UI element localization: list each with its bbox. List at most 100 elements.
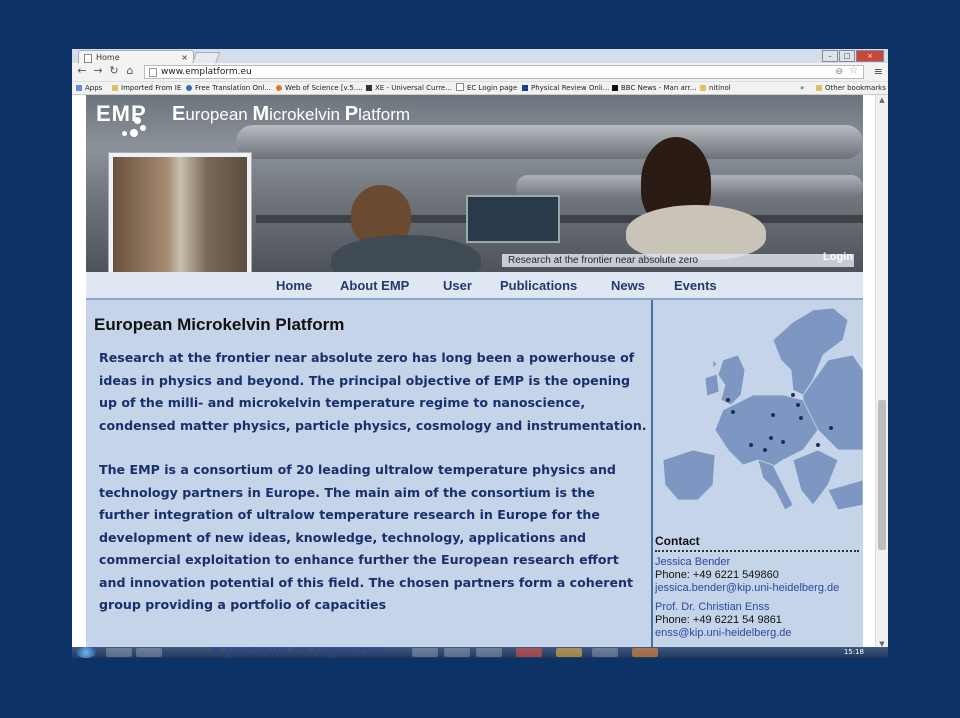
window-controls: – □ ×	[821, 50, 884, 62]
contact-box: Contact Jessica Bender Phone: +49 6221 5…	[655, 535, 859, 640]
contact-email-link[interactable]: enss@kip.uni-heidelberg.de	[655, 627, 859, 640]
partner-marker	[763, 448, 767, 452]
taskbar-clock: 15:18	[843, 648, 864, 656]
home-icon[interactable]: ⌂	[124, 65, 136, 77]
partner-marker	[749, 443, 753, 447]
folder-icon	[112, 85, 118, 91]
taskbar-app-button[interactable]	[412, 648, 438, 657]
nav-home[interactable]: Home	[276, 278, 312, 293]
researcher-image	[331, 235, 481, 272]
url-text: www.emplatform.eu	[161, 67, 252, 77]
page-icon	[456, 83, 464, 91]
cryostat-photo	[108, 152, 252, 272]
taskbar-app-button[interactable]	[632, 648, 658, 657]
bookmark-item[interactable]: XE - Universal Curre...	[366, 83, 452, 93]
taskbar-app-button[interactable]	[556, 648, 582, 657]
bookmark-item[interactable]: Physical Review Onli...	[522, 83, 609, 93]
apps-grid-icon	[76, 85, 82, 91]
lab-pipe-image	[236, 125, 863, 159]
sidebar: Contact Jessica Bender Phone: +49 6221 5…	[653, 300, 863, 649]
partner-marker	[829, 426, 833, 430]
site-title: European Microkelvin Platform	[172, 103, 411, 125]
menu-icon[interactable]: ≡	[874, 65, 883, 78]
browser-window: Home × – □ × ← → ↻ ⌂ www.emplatform.eu ⊖ ☆…	[72, 49, 888, 658]
page-icon	[149, 68, 157, 77]
nav-events[interactable]: Events	[674, 278, 717, 293]
chrome-taskbar-button[interactable]	[516, 648, 542, 657]
overlay-text: a portfolio of capacities	[212, 647, 387, 658]
bookmark-item[interactable]: Other bookmarks	[816, 83, 886, 93]
bookmark-item[interactable]: BBC News - Man arr...	[612, 83, 696, 93]
login-link[interactable]: Login	[823, 251, 853, 263]
url-input[interactable]: www.emplatform.eu ⊖ ☆	[144, 65, 864, 79]
nav-about-emp[interactable]: About EMP	[340, 278, 409, 293]
bookmark-item[interactable]: Free Translation Onl...	[186, 83, 271, 93]
folder-icon	[700, 85, 706, 91]
main-content: European Microkelvin Platform Research a…	[86, 300, 653, 649]
nav-user[interactable]: User	[443, 278, 472, 293]
forward-icon[interactable]: →	[92, 65, 104, 77]
nav-publications[interactable]: Publications	[500, 278, 577, 293]
scroll-thumb[interactable]	[878, 400, 886, 550]
iberia-shape	[662, 449, 716, 501]
contact-phone: Phone: +49 6221 549860	[655, 569, 779, 581]
partner-marker	[796, 403, 800, 407]
great-britain-shape	[717, 354, 746, 406]
partner-marker	[771, 413, 775, 417]
aps-icon	[522, 85, 528, 91]
ireland-shape	[704, 373, 720, 397]
bookmark-item[interactable]: Web of Science [v.5....	[276, 83, 363, 93]
intro-paragraph: The EMP is a consortium of 20 leading ul…	[99, 462, 634, 612]
partner-marker	[731, 410, 735, 414]
page-icon	[84, 54, 92, 63]
contact-name: Jessica Bender	[655, 556, 731, 568]
monitor-image	[466, 195, 560, 243]
tab-bar: Home × – □ ×	[72, 49, 888, 64]
italy-shape	[757, 459, 794, 511]
bookmark-item[interactable]: EC Login page	[456, 83, 517, 93]
bookmark-star-icon[interactable]: ☆	[849, 65, 858, 77]
partner-marker	[781, 440, 785, 444]
page-viewport: EMP European Microkelvin Platform Resear…	[72, 95, 876, 649]
emp-logo-dots-icon	[118, 113, 148, 141]
bookmarks-bar: Apps Imported From IE Free Translation O…	[72, 82, 888, 95]
nav-news[interactable]: News	[611, 278, 645, 293]
europe-map	[662, 307, 863, 511]
contact-name: Prof. Dr. Christian Enss	[655, 601, 770, 613]
wos-icon	[276, 85, 282, 91]
minimize-button[interactable]: –	[822, 50, 838, 62]
maximize-button[interactable]: □	[839, 50, 855, 62]
bookmark-item[interactable]: Imported From IE	[112, 83, 181, 93]
turkey-shape	[827, 479, 863, 511]
bookmarks-overflow-button[interactable]: »	[800, 83, 804, 93]
start-button[interactable]	[76, 647, 96, 658]
partner-marker	[816, 443, 820, 447]
back-icon[interactable]: ←	[76, 65, 88, 77]
vertical-scrollbar[interactable]: ▲ ▼	[875, 95, 888, 649]
tab-home[interactable]: Home ×	[78, 50, 194, 64]
partner-marker	[791, 393, 795, 397]
partner-marker	[726, 398, 730, 402]
banner-tagline: Research at the frontier near absolute z…	[502, 254, 854, 267]
bookmark-item[interactable]: nitinol	[700, 83, 731, 93]
intro-paragraph: Research at the frontier near absolute z…	[99, 350, 647, 433]
bookmark-item[interactable]: Apps	[76, 83, 102, 93]
zoom-icon[interactable]: ⊖	[835, 66, 843, 78]
researcher-image	[626, 205, 766, 260]
contact-email-link[interactable]: jessica.bender@kip.uni-heidelberg.de	[655, 582, 859, 595]
partner-marker	[799, 416, 803, 420]
header-banner: EMP European Microkelvin Platform Resear…	[86, 95, 863, 272]
xe-icon	[366, 85, 372, 91]
reload-icon[interactable]: ↻	[108, 65, 120, 77]
emp-page: EMP European Microkelvin Platform Resear…	[86, 95, 863, 649]
taskbar-app-button[interactable]	[476, 648, 502, 657]
contact-phone: Phone: +49 6221 54 9861	[655, 614, 782, 626]
taskbar-app-button[interactable]	[592, 648, 618, 657]
cryostat-image	[113, 157, 247, 272]
taskbar-app-button[interactable]	[106, 648, 132, 657]
close-window-button[interactable]: ×	[856, 50, 884, 62]
taskbar: a portfolio of capacities 15:18	[72, 647, 888, 658]
scroll-up-icon[interactable]: ▲	[876, 95, 888, 105]
taskbar-app-button[interactable]	[444, 648, 470, 657]
taskbar-app-button[interactable]	[136, 648, 162, 657]
